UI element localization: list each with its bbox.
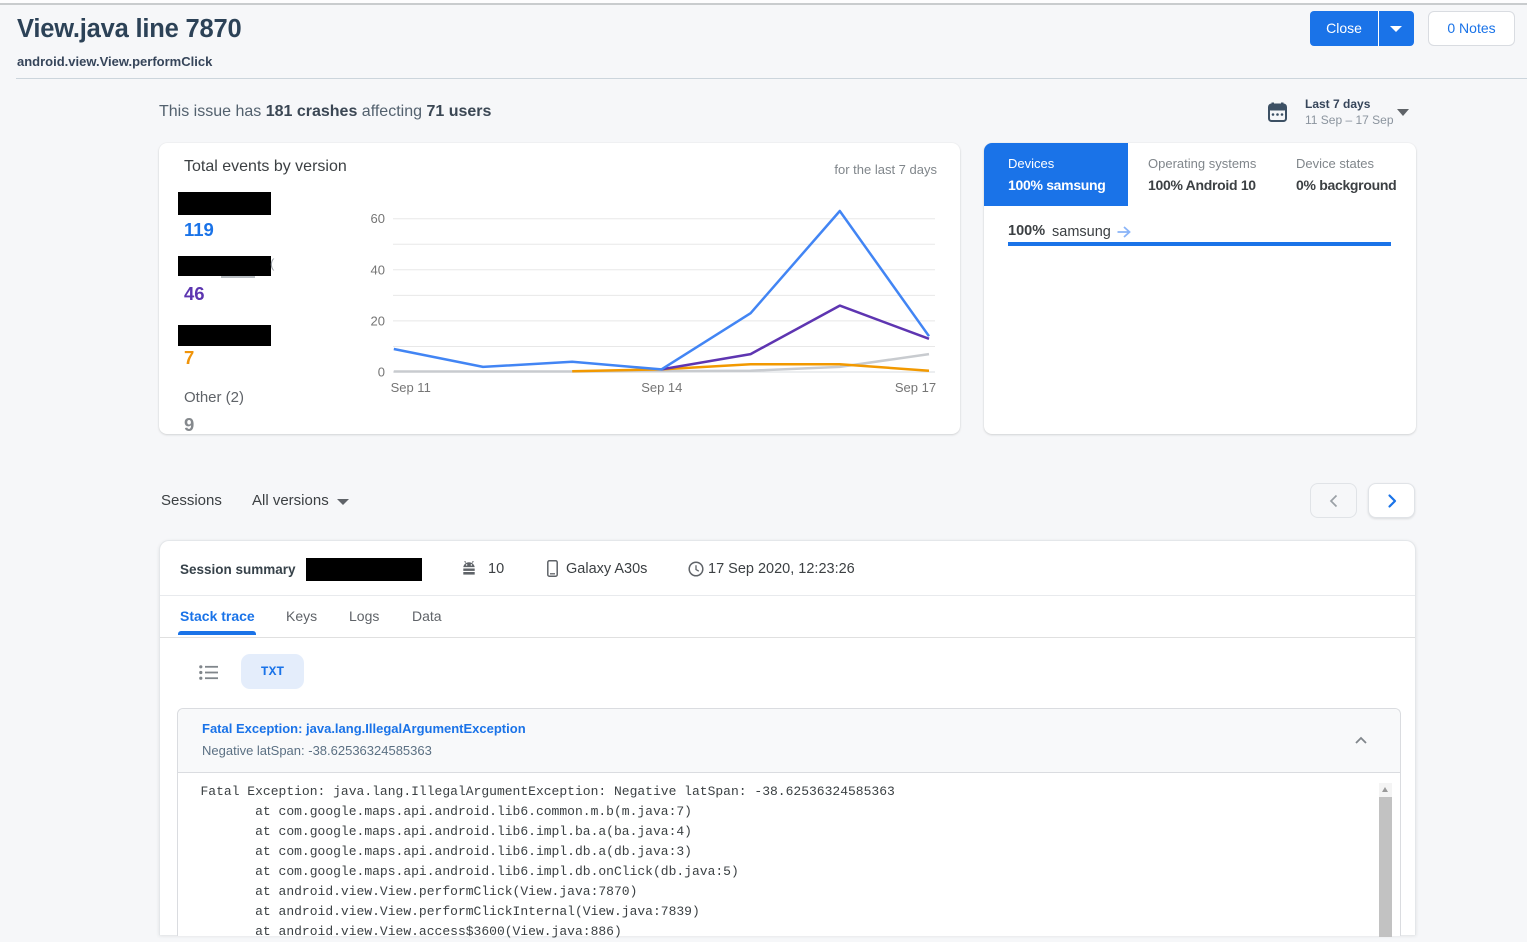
svg-text:0: 0 <box>378 365 385 380</box>
svg-text:Sep 17: Sep 17 <box>895 380 936 395</box>
svg-text:Sep 14: Sep 14 <box>641 380 682 395</box>
svg-text:Sep 11: Sep 11 <box>391 380 431 395</box>
svg-text:20: 20 <box>371 313 385 328</box>
svg-text:60: 60 <box>371 211 385 226</box>
svg-text:40: 40 <box>371 262 385 277</box>
